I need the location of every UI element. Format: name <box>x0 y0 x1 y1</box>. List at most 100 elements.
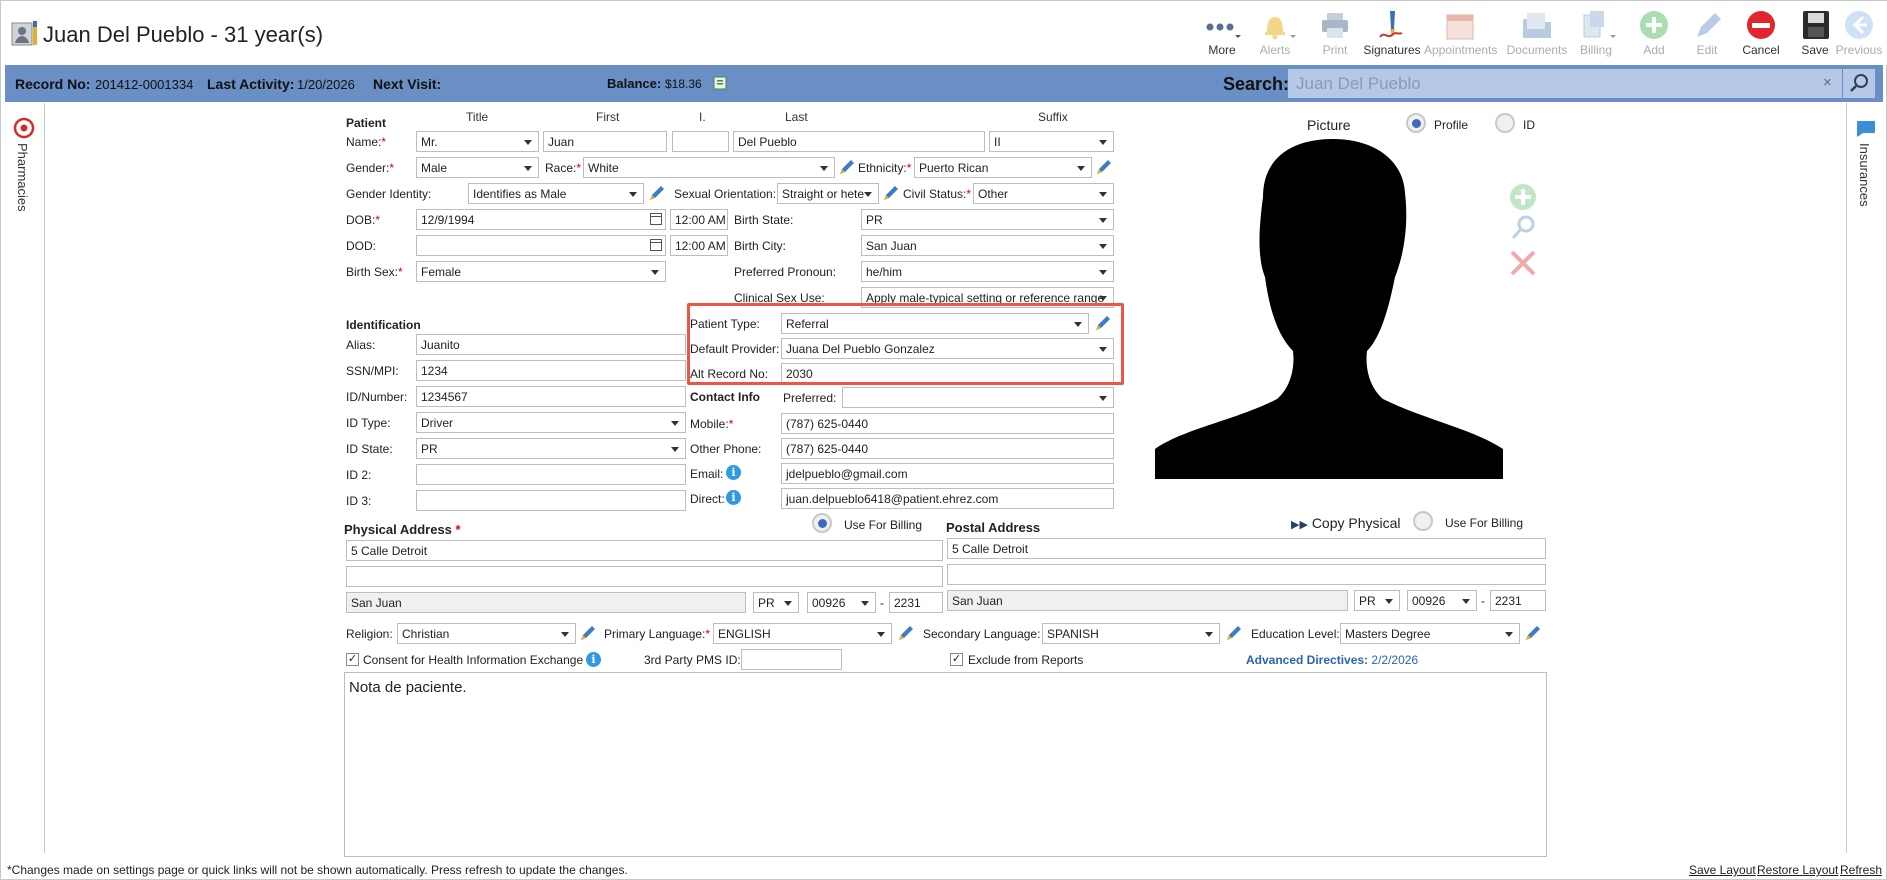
add-photo-icon[interactable] <box>1508 182 1538 212</box>
primary-language-select[interactable]: ENGLISH <box>713 623 892 644</box>
ethnicity-edit-pencil-icon[interactable] <box>1095 158 1113 176</box>
birth-sex-select[interactable]: Female <box>416 261 666 282</box>
physical-use-for-billing-radio[interactable] <box>812 513 832 533</box>
calendar-icon[interactable] <box>650 213 662 225</box>
gender-identity-edit-pencil-icon[interactable] <box>648 184 666 202</box>
postal-state-select[interactable]: PR <box>1354 590 1400 611</box>
birth-city-select[interactable]: San Juan <box>861 235 1114 256</box>
gender-label: Gender:* <box>346 161 395 175</box>
civil-status-select[interactable]: Other <box>973 183 1114 204</box>
physical-address-line1[interactable]: 5 Calle Detroit <box>346 540 943 561</box>
calendar-icon[interactable] <box>650 239 662 251</box>
documents-label: Documents <box>1506 43 1568 57</box>
search-clear-button[interactable]: × <box>1823 74 1832 91</box>
postal-zip4-input[interactable]: 2231 <box>1490 590 1546 611</box>
religion-edit-pencil-icon[interactable] <box>579 624 597 642</box>
add-button[interactable]: Add <box>1625 7 1683 63</box>
suffix-select[interactable]: II <box>989 131 1114 152</box>
direct-email-input[interactable]: juan.delpueblo6418@patient.ehrez.com <box>781 488 1114 509</box>
consent-checkbox[interactable]: ✓ <box>346 653 359 666</box>
print-button[interactable]: Print <box>1306 7 1364 63</box>
search-input[interactable] <box>1288 69 1842 98</box>
postal-use-for-billing-radio[interactable] <box>1413 511 1433 531</box>
id-radio[interactable] <box>1495 113 1515 133</box>
alias-input[interactable]: Juanito <box>416 334 686 355</box>
exclude-reports-checkbox[interactable]: ✓ <box>950 653 963 666</box>
physical-zip4-input[interactable]: 2231 <box>889 592 943 613</box>
id2-input[interactable] <box>416 464 686 485</box>
refresh-link[interactable]: Refresh <box>1840 863 1882 877</box>
insurance-icon[interactable] <box>1855 117 1877 139</box>
postal-address-line2[interactable] <box>947 564 1546 585</box>
middle-initial-input[interactable] <box>672 131 729 152</box>
physical-state-select[interactable]: PR <box>753 592 799 613</box>
education-edit-pencil-icon[interactable] <box>1524 624 1542 642</box>
physical-zip-select[interactable]: 00926 <box>807 592 876 613</box>
religion-select[interactable]: Christian <box>397 623 576 644</box>
dob-time-input[interactable]: 12:00 AM <box>670 209 728 230</box>
primary-language-edit-pencil-icon[interactable] <box>897 624 915 642</box>
insurances-tab[interactable]: Insurances <box>1857 143 1872 207</box>
postal-city-input[interactable]: San Juan <box>947 590 1348 611</box>
first-name-input[interactable]: Juan <box>543 131 667 152</box>
birth-state-select[interactable]: PR <box>861 209 1114 230</box>
alerts-button[interactable]: Alerts <box>1246 7 1304 63</box>
other-phone-input[interactable]: (787) 625-0440 <box>781 438 1114 459</box>
id-type-select[interactable]: Driver <box>416 412 686 433</box>
id-number-input[interactable]: 1234567 <box>416 386 686 407</box>
ssn-input[interactable]: 1234 <box>416 360 686 381</box>
pms-id-label: 3rd Party PMS ID: <box>644 653 741 667</box>
delete-photo-icon[interactable] <box>1508 248 1538 278</box>
email-info-icon[interactable]: i <box>726 465 741 480</box>
education-level-select[interactable]: Masters Degree <box>1340 623 1520 644</box>
dod-time-input[interactable]: 12:00 AM <box>670 235 728 256</box>
restore-layout-link[interactable]: Restore Layout <box>1757 863 1838 877</box>
cancel-button[interactable]: Cancel <box>1732 7 1790 63</box>
pms-id-input[interactable] <box>741 649 842 670</box>
postal-zip-select[interactable]: 00926 <box>1407 590 1477 611</box>
save-layout-link[interactable]: Save Layout <box>1689 863 1756 877</box>
profile-radio[interactable] <box>1406 113 1426 133</box>
zoom-photo-icon[interactable] <box>1508 213 1538 243</box>
race-select[interactable]: White <box>583 157 835 178</box>
mobile-input[interactable]: (787) 625-0440 <box>781 413 1114 434</box>
appointments-button[interactable]: Appointments <box>1424 7 1497 63</box>
pharmacies-tab[interactable]: Pharmacies <box>15 143 30 212</box>
dob-input[interactable]: 12/9/1994 <box>416 209 666 230</box>
billing-button[interactable]: Billing <box>1567 7 1625 63</box>
preferred-contact-select[interactable] <box>842 387 1114 408</box>
signatures-button[interactable]: Signatures <box>1362 7 1422 63</box>
documents-button[interactable]: Documents <box>1505 7 1569 63</box>
secondary-language-select[interactable]: SPANISH <box>1042 623 1220 644</box>
advanced-directives-link[interactable]: Advanced Directives: 2/2/2026 <box>1246 653 1418 667</box>
direct-info-icon[interactable]: i <box>726 490 741 505</box>
id-type-label: ID Type: <box>346 416 391 430</box>
arrow-left-icon <box>1830 7 1887 43</box>
id3-input[interactable] <box>416 490 686 511</box>
secondary-language-edit-pencil-icon[interactable] <box>1225 624 1243 642</box>
postal-address-line1[interactable]: 5 Calle Detroit <box>947 538 1546 559</box>
balance-detail-icon[interactable] <box>713 75 729 91</box>
edit-button[interactable]: Edit <box>1678 7 1736 63</box>
gender-identity-select[interactable]: Identifies as Male <box>468 183 644 204</box>
sexual-orientation-edit-pencil-icon[interactable] <box>882 184 900 202</box>
race-edit-pencil-icon[interactable] <box>838 158 856 176</box>
patient-notes-textarea[interactable]: Nota de paciente. <box>344 672 1547 857</box>
last-name-input[interactable]: Del Pueblo <box>733 131 985 152</box>
email-input[interactable]: jdelpueblo@gmail.com <box>781 463 1114 484</box>
previous-button[interactable]: Previous <box>1830 7 1887 63</box>
dod-input[interactable] <box>416 235 666 256</box>
sexual-orientation-select[interactable]: Straight or hete <box>777 183 879 204</box>
title-select[interactable]: Mr. <box>416 131 539 152</box>
pharmacy-icon[interactable] <box>13 117 35 139</box>
copy-physical-button[interactable]: ▶▶ Copy Physical <box>1291 515 1401 531</box>
consent-info-icon[interactable]: i <box>586 652 601 667</box>
physical-address-line2[interactable] <box>346 566 943 587</box>
gender-select[interactable]: Male <box>416 157 539 178</box>
id-state-select[interactable]: PR <box>416 438 686 459</box>
physical-city-input[interactable]: San Juan <box>346 592 746 613</box>
ethnicity-select[interactable]: Puerto Rican <box>914 157 1092 178</box>
pronoun-select[interactable]: he/him <box>861 261 1114 282</box>
more-button[interactable]: More <box>1193 7 1251 63</box>
search-button[interactable] <box>1843 69 1875 98</box>
